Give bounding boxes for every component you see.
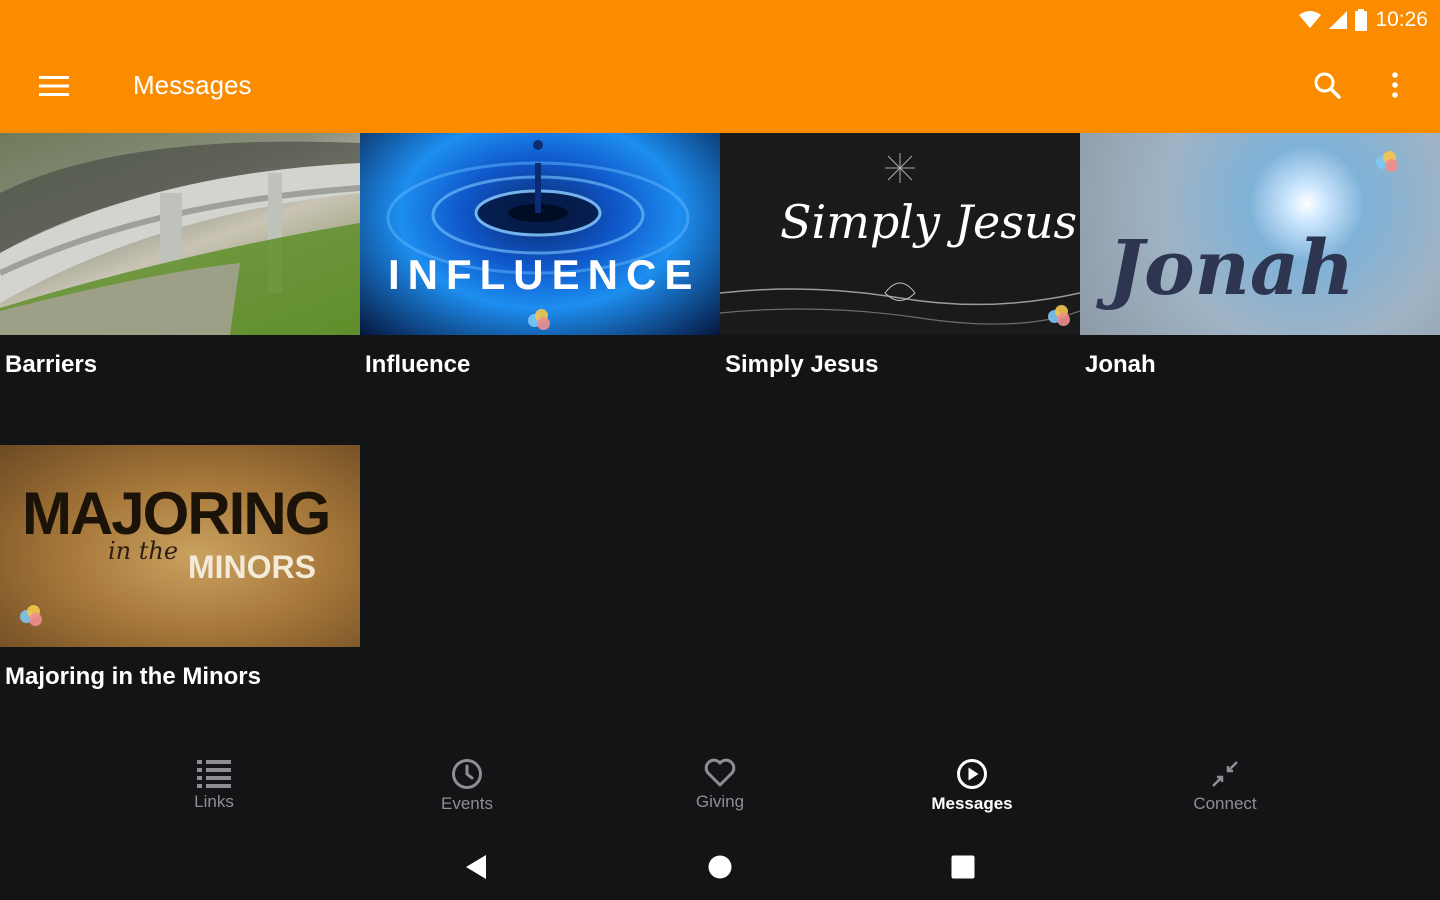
message-card-barriers[interactable]: Barriers — [0, 133, 360, 378]
system-navigation-bar — [0, 832, 1440, 900]
nav-item-events[interactable]: Events — [407, 758, 527, 814]
nav-item-connect[interactable]: Connect — [1165, 758, 1285, 814]
heart-icon — [704, 758, 736, 787]
more-options-button[interactable] — [1376, 64, 1414, 106]
clock-icon — [452, 759, 482, 789]
wifi-icon — [1299, 11, 1322, 29]
message-title: Simply Jesus — [725, 351, 879, 378]
list-icon — [197, 760, 231, 788]
thumbnail-subtitle-text: MINORS — [188, 549, 316, 585]
nav-label: Events — [441, 794, 493, 813]
thumbnail-title-text: Jonah — [1108, 223, 1355, 312]
message-title: Barriers — [5, 351, 98, 378]
water-drop-image — [386, 140, 690, 275]
message-card-jonah[interactable]: Jonah Jonah — [1080, 133, 1440, 378]
search-button[interactable] — [1306, 64, 1348, 106]
message-card-influence[interactable]: INFLUENCE Influence — [360, 133, 720, 378]
back-button[interactable] — [459, 850, 493, 884]
thumbnail-title-text: INFLUENCE — [388, 251, 701, 298]
page-title: Messages — [133, 70, 252, 100]
nav-label: Links — [194, 792, 234, 811]
battery-icon — [1355, 9, 1368, 31]
message-card-simply-jesus[interactable]: Simply Jesus Simply Jesus — [720, 133, 1080, 378]
message-thumbnail: Jonah — [1080, 133, 1440, 335]
message-thumbnail — [0, 133, 360, 335]
status-time: 10:26 — [1375, 8, 1428, 31]
search-icon — [1314, 72, 1341, 99]
signal-icon — [1329, 11, 1348, 29]
church-logo-icon — [528, 309, 552, 331]
guardrail-image — [0, 141, 360, 335]
nav-label: Connect — [1193, 794, 1257, 813]
thumbnail-subtitle-text: in the — [108, 537, 179, 565]
menu-button[interactable] — [34, 66, 74, 106]
message-title: Jonah — [1085, 351, 1156, 378]
message-title: Influence — [365, 351, 471, 378]
bottom-navigation: Links Events Giving Messages Connect — [0, 742, 1440, 832]
nav-item-giving[interactable]: Giving — [660, 758, 780, 812]
message-thumbnail: MAJORING in the MINORS — [0, 445, 360, 647]
more-vert-icon — [1392, 72, 1398, 98]
nav-label: Messages — [931, 794, 1013, 813]
connect-arrows-icon — [1212, 761, 1238, 787]
play-circle-icon — [957, 759, 987, 789]
nav-item-messages[interactable]: Messages — [912, 758, 1032, 814]
message-title: Majoring in the Minors — [5, 663, 261, 690]
home-circle-icon — [708, 855, 732, 879]
app-root: 10:26 Messages Barriers INFLUENCE Influe… — [0, 0, 1440, 900]
nav-label: Giving — [695, 792, 745, 811]
church-logo-icon — [1376, 151, 1400, 173]
status-bar: 10:26 — [1299, 6, 1428, 34]
home-button[interactable] — [703, 850, 737, 884]
message-thumbnail: INFLUENCE — [360, 133, 720, 335]
nav-item-links[interactable]: Links — [154, 758, 274, 812]
church-logo-icon — [1048, 305, 1072, 327]
message-thumbnail: Simply Jesus — [720, 133, 1080, 335]
message-card-majoring-in-the-minors[interactable]: MAJORING in the MINORS Majoring in the M… — [0, 445, 360, 690]
hamburger-icon — [39, 76, 69, 96]
thumbnail-title-text: Simply Jesus — [780, 195, 1078, 249]
back-triangle-icon — [466, 855, 486, 879]
church-logo-icon — [20, 605, 44, 627]
app-bar: 10:26 Messages — [0, 0, 1440, 133]
recents-square-icon — [951, 855, 975, 879]
recents-button[interactable] — [946, 850, 980, 884]
